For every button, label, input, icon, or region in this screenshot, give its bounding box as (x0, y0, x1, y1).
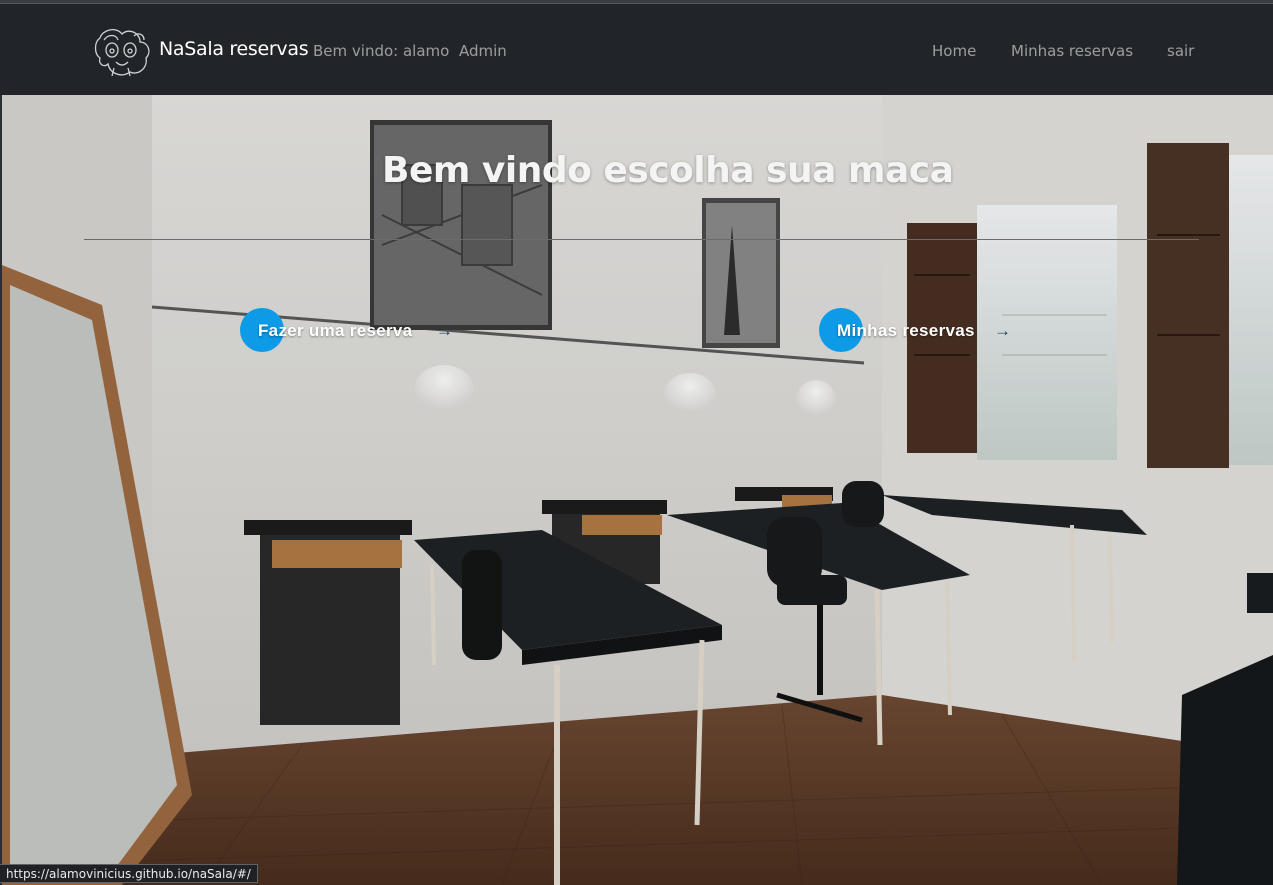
browser-status-url: https://alamovinicius.github.io/naSala/#… (0, 864, 258, 883)
minhas-reservas-button[interactable]: Minhas reservas → (819, 308, 1019, 352)
hero-divider (84, 239, 1199, 240)
nav-admin-link[interactable]: Admin (459, 42, 507, 60)
nav-home-link[interactable]: Home (932, 42, 976, 60)
hero-title: Bem vindo escolha sua maca (382, 150, 954, 191)
minhas-reservas-label: Minhas reservas (837, 321, 975, 340)
arrow-right-icon: → (436, 321, 453, 340)
mascot-logo-icon[interactable] (90, 24, 152, 80)
welcome-text: Bem vindo: alamo (313, 42, 450, 60)
nav-minhas-reservas-link[interactable]: Minhas reservas (1011, 42, 1133, 60)
nav-sair-link[interactable]: sair (1167, 42, 1194, 60)
navbar: NaSala reservas Bem vindo: alamo Admin H… (0, 4, 1273, 95)
hero-section: Bem vindo escolha sua maca Fazer uma res… (2, 95, 1273, 885)
arrow-right-icon: → (994, 321, 1011, 340)
massage-room-photo-icon (2, 95, 1273, 885)
fazer-reserva-button[interactable]: Fazer uma reserva → (240, 308, 460, 352)
fazer-reserva-label: Fazer uma reserva (258, 321, 413, 340)
brand-title[interactable]: NaSala reservas (159, 38, 309, 60)
